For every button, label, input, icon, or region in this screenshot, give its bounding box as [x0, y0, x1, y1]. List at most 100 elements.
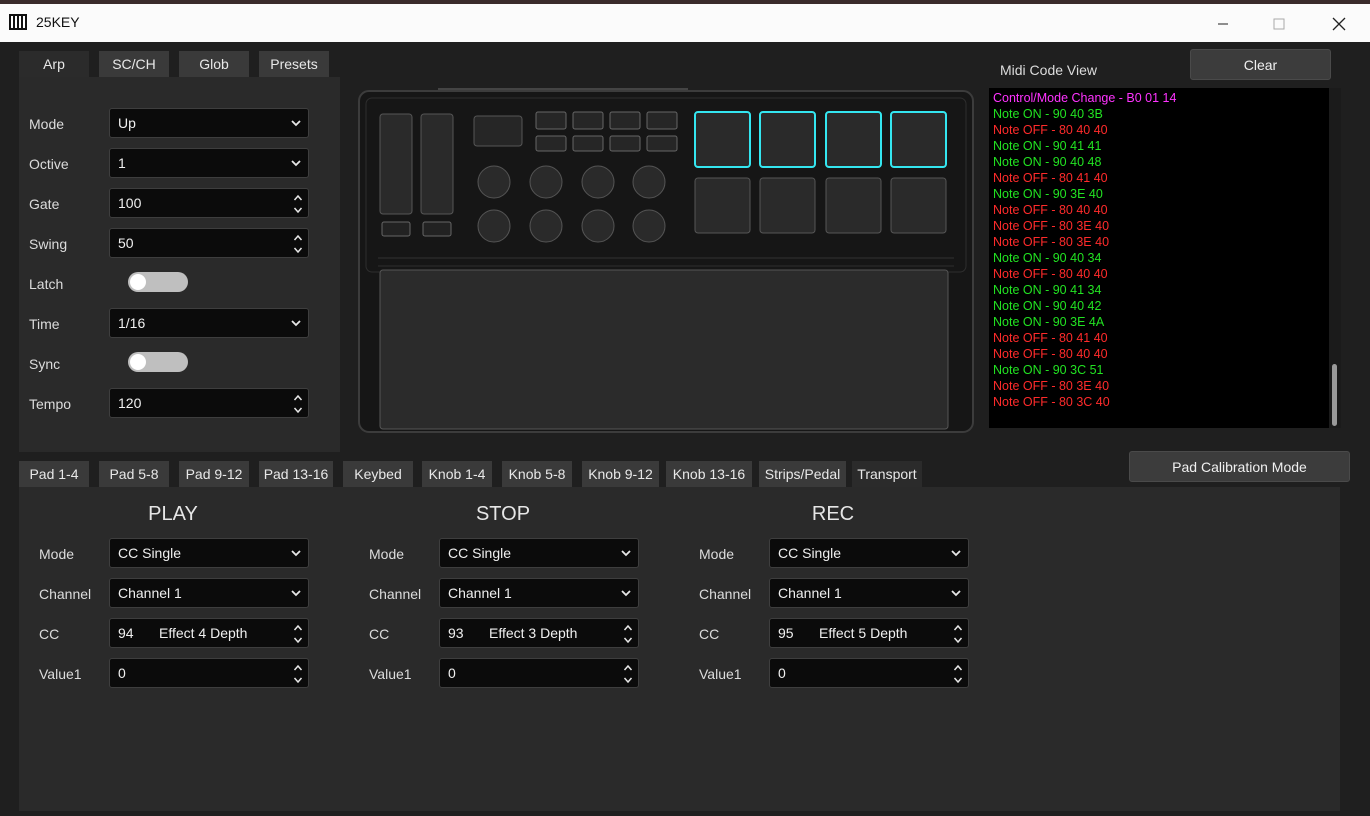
tab-keybed[interactable]: Keybed	[343, 461, 413, 487]
rec-value1-spinbox[interactable]: 0	[769, 658, 969, 688]
tab-presets[interactable]: Presets	[259, 51, 329, 77]
knob	[477, 165, 511, 199]
chevron-down-icon	[620, 547, 632, 559]
tab-glob[interactable]: Glob	[179, 51, 249, 77]
rec-channel-label: Channel	[699, 586, 752, 602]
tab-arp[interactable]: Arp	[19, 51, 89, 77]
stop-cc-spinbox[interactable]: 93 Effect 3 Depth	[439, 618, 639, 648]
swing-label: Swing	[29, 236, 68, 252]
stop-mode-label: Mode	[369, 546, 405, 562]
toggle-knob	[130, 274, 146, 290]
tab-knob-5-8[interactable]: Knob 5-8	[502, 461, 572, 487]
arp-tempo-spinbox[interactable]: 120	[109, 388, 309, 418]
spin-arrows-icon[interactable]	[293, 393, 303, 415]
window-title: 25KEY	[36, 14, 80, 30]
spin-arrows-icon[interactable]	[623, 623, 633, 645]
keybed-area	[379, 269, 949, 430]
midi-log-line: Note ON - 90 41 34	[993, 283, 1102, 297]
midi-log-line: Note OFF - 80 3E 40	[993, 379, 1110, 393]
piano-icon	[9, 14, 27, 30]
play-mode-select[interactable]: CC Single	[109, 538, 309, 568]
play-cc-number: 94	[118, 625, 134, 641]
stop-channel-label: Channel	[369, 586, 422, 602]
tab-knob-9-12[interactable]: Knob 9-12	[582, 461, 659, 487]
play-channel-label: Channel	[39, 586, 92, 602]
stop-value1-spinbox[interactable]: 0	[439, 658, 639, 688]
midi-log-line: Note OFF - 80 3E 40	[993, 219, 1110, 233]
tab-strips-pedal[interactable]: Strips/Pedal	[759, 461, 846, 487]
tab-pad-9-12[interactable]: Pad 9-12	[179, 461, 249, 487]
stop-channel-select[interactable]: Channel 1	[439, 578, 639, 608]
knob	[632, 165, 666, 199]
play-cc-label: CC	[39, 626, 60, 642]
tab-sc-ch[interactable]: SC/CH	[99, 51, 169, 77]
spin-arrows-icon[interactable]	[953, 623, 963, 645]
tab-pad-13-16[interactable]: Pad 13-16	[259, 461, 333, 487]
spin-arrows-icon[interactable]	[293, 233, 303, 255]
rec-cc-spinbox[interactable]: 95 Effect 5 Depth	[769, 618, 969, 648]
mode-label: Mode	[29, 116, 65, 132]
spin-arrows-icon[interactable]	[293, 623, 303, 645]
arp-time-value: 1/16	[118, 315, 146, 331]
minimize-button[interactable]	[1200, 10, 1246, 38]
tab-transport[interactable]: Transport	[852, 461, 922, 487]
spin-arrows-icon[interactable]	[623, 663, 633, 685]
chevron-down-icon	[290, 317, 302, 329]
midi-log-line: Note ON - 90 41 41	[993, 139, 1102, 153]
arp-swing-spinbox[interactable]: 50	[109, 228, 309, 258]
midi-log-line: Note ON - 90 40 3B	[993, 107, 1103, 121]
play-value1-spinbox[interactable]: 0	[109, 658, 309, 688]
time-label: Time	[29, 316, 60, 332]
chevron-down-icon	[290, 117, 302, 129]
rec-title: REC	[811, 503, 855, 525]
pitch-strip	[379, 113, 413, 215]
midi-log-line: Note ON - 90 40 48	[993, 155, 1102, 169]
rec-mode-select[interactable]: CC Single	[769, 538, 969, 568]
tempo-label: Tempo	[29, 396, 72, 412]
midi-log-line: Note OFF - 80 40 40	[993, 267, 1108, 281]
midi-log-line: Note OFF - 80 40 40	[993, 347, 1108, 361]
midi-log-line: Note OFF - 80 40 40	[993, 123, 1108, 137]
tab-pad-5-8[interactable]: Pad 5-8	[99, 461, 169, 487]
stop-mode-value: CC Single	[448, 545, 512, 561]
maximize-button[interactable]	[1256, 10, 1302, 38]
midi-log-scrollbar[interactable]	[1329, 88, 1341, 428]
arp-time-select[interactable]: 1/16	[109, 308, 309, 338]
arp-gate-spinbox[interactable]: 100	[109, 188, 309, 218]
pad-calibration-button[interactable]: Pad Calibration Mode	[1129, 451, 1350, 482]
rec-cc-label: CC	[699, 626, 720, 642]
arp-tempo-value: 120	[118, 395, 142, 411]
tab-knob-1-4[interactable]: Knob 1-4	[422, 461, 492, 487]
arp-octive-select[interactable]: 1	[109, 148, 309, 178]
rec-value1-label: Value1	[699, 666, 742, 682]
stop-mode-select[interactable]: CC Single	[439, 538, 639, 568]
scrollbar-thumb[interactable]	[1332, 364, 1337, 426]
tab-knob-13-16[interactable]: Knob 13-16	[666, 461, 752, 487]
rec-channel-select[interactable]: Channel 1	[769, 578, 969, 608]
rec-mode-value: CC Single	[778, 545, 842, 561]
sync-toggle[interactable]	[128, 352, 188, 372]
pad-7	[825, 177, 882, 234]
close-icon	[1332, 17, 1346, 31]
clear-button[interactable]: Clear	[1190, 49, 1331, 80]
sync-label: Sync	[29, 356, 61, 372]
stop-cc-number: 93	[448, 625, 464, 641]
chevron-down-icon	[290, 547, 302, 559]
play-value1-label: Value1	[39, 666, 82, 682]
arp-mode-select[interactable]: Up	[109, 108, 309, 138]
latch-toggle[interactable]	[128, 272, 188, 292]
pad-3	[825, 111, 882, 168]
spin-arrows-icon[interactable]	[953, 663, 963, 685]
tab-pad-1-4[interactable]: Pad 1-4	[19, 461, 89, 487]
pad-2	[759, 111, 816, 168]
stop-cc-name: Effect 3 Depth	[489, 625, 578, 641]
arp-swing-value: 50	[118, 235, 134, 251]
chevron-down-icon	[950, 547, 962, 559]
device-display	[473, 115, 523, 147]
gate-label: Gate	[29, 196, 60, 212]
play-channel-select[interactable]: Channel 1	[109, 578, 309, 608]
close-button[interactable]	[1316, 10, 1362, 38]
spin-arrows-icon[interactable]	[293, 193, 303, 215]
play-cc-spinbox[interactable]: 94 Effect 4 Depth	[109, 618, 309, 648]
spin-arrows-icon[interactable]	[293, 663, 303, 685]
